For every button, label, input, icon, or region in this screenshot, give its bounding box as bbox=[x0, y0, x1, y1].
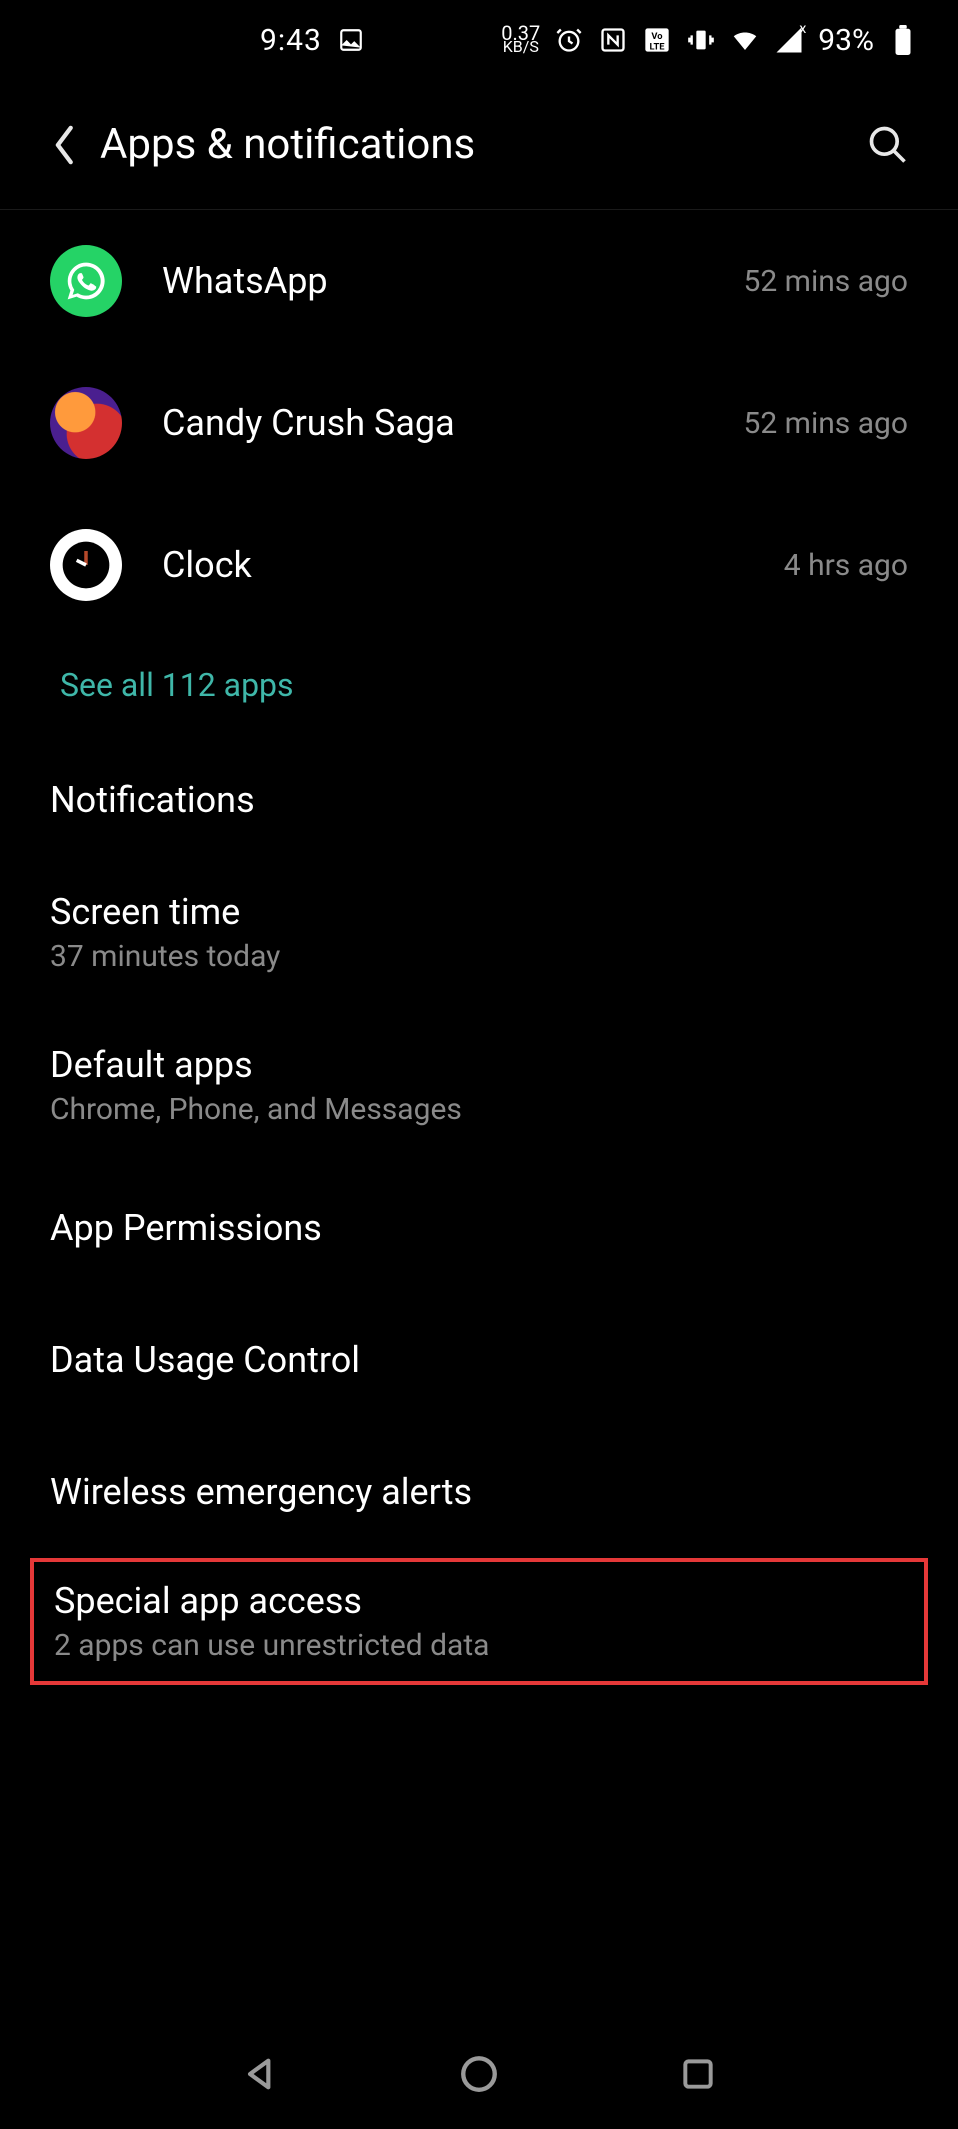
setting-screen-time[interactable]: Screen time 37 minutes today bbox=[0, 856, 958, 1009]
setting-title: Notifications bbox=[50, 779, 908, 821]
setting-app-permissions[interactable]: App Permissions bbox=[0, 1162, 958, 1294]
app-time-label: 52 mins ago bbox=[743, 264, 908, 299]
clock-icon bbox=[50, 529, 122, 601]
setting-default-apps[interactable]: Default apps Chrome, Phone, and Messages bbox=[0, 1009, 958, 1162]
app-row-candy-crush[interactable]: Candy Crush Saga 52 mins ago bbox=[0, 352, 958, 494]
whatsapp-icon bbox=[50, 245, 122, 317]
app-name-label: WhatsApp bbox=[162, 260, 703, 302]
setting-title: App Permissions bbox=[50, 1207, 908, 1249]
app-name-label: Clock bbox=[162, 544, 744, 586]
status-time: 9:43 bbox=[260, 23, 322, 58]
setting-title: Data Usage Control bbox=[50, 1339, 908, 1381]
battery-icon bbox=[888, 25, 918, 55]
setting-title: Wireless emergency alerts bbox=[50, 1471, 908, 1513]
app-time-label: 4 hrs ago bbox=[784, 548, 908, 583]
search-button[interactable] bbox=[858, 115, 918, 175]
vibrate-icon bbox=[686, 25, 716, 55]
back-button[interactable] bbox=[40, 120, 90, 170]
battery-percent: 93% bbox=[818, 23, 874, 58]
setting-subtitle: Chrome, Phone, and Messages bbox=[50, 1092, 908, 1127]
app-time-label: 52 mins ago bbox=[743, 406, 908, 441]
alarm-icon bbox=[554, 25, 584, 55]
app-name-label: Candy Crush Saga bbox=[162, 402, 703, 444]
setting-title: Screen time bbox=[50, 891, 908, 933]
setting-wireless-alerts[interactable]: Wireless emergency alerts bbox=[0, 1426, 958, 1558]
setting-subtitle: 2 apps can use unrestricted data bbox=[54, 1628, 904, 1663]
nav-back-button[interactable] bbox=[235, 2049, 285, 2099]
setting-notifications[interactable]: Notifications bbox=[0, 744, 958, 856]
svg-text:Vo: Vo bbox=[652, 31, 663, 42]
see-all-link[interactable]: See all 112 apps bbox=[60, 666, 294, 704]
nav-home-button[interactable] bbox=[454, 2049, 504, 2099]
signal-icon: x bbox=[774, 25, 804, 55]
svg-text:LTE: LTE bbox=[650, 41, 666, 52]
navigation-bar bbox=[0, 2019, 958, 2129]
candy-crush-icon bbox=[50, 387, 122, 459]
setting-title: Special app access bbox=[54, 1580, 904, 1622]
see-all-apps[interactable]: See all 112 apps bbox=[0, 636, 958, 744]
setting-subtitle: 37 minutes today bbox=[50, 939, 908, 974]
app-row-clock[interactable]: Clock 4 hrs ago bbox=[0, 494, 958, 636]
app-row-whatsapp[interactable]: WhatsApp 52 mins ago bbox=[0, 210, 958, 352]
volte-icon: VoLTE bbox=[642, 25, 672, 55]
nfc-icon bbox=[598, 25, 628, 55]
page-title: Apps & notifications bbox=[100, 120, 858, 169]
nav-recent-button[interactable] bbox=[673, 2049, 723, 2099]
photo-icon bbox=[336, 25, 366, 55]
setting-title: Default apps bbox=[50, 1044, 908, 1086]
app-header: Apps & notifications bbox=[0, 80, 958, 210]
status-bar: 9:43 0.37 KB/S VoLTE x 93% bbox=[0, 0, 958, 80]
wifi-icon bbox=[730, 25, 760, 55]
network-speed: 0.37 KB/S bbox=[501, 26, 540, 54]
setting-special-app-access-highlighted[interactable]: Special app access 2 apps can use unrest… bbox=[30, 1558, 928, 1685]
setting-data-usage[interactable]: Data Usage Control bbox=[0, 1294, 958, 1426]
